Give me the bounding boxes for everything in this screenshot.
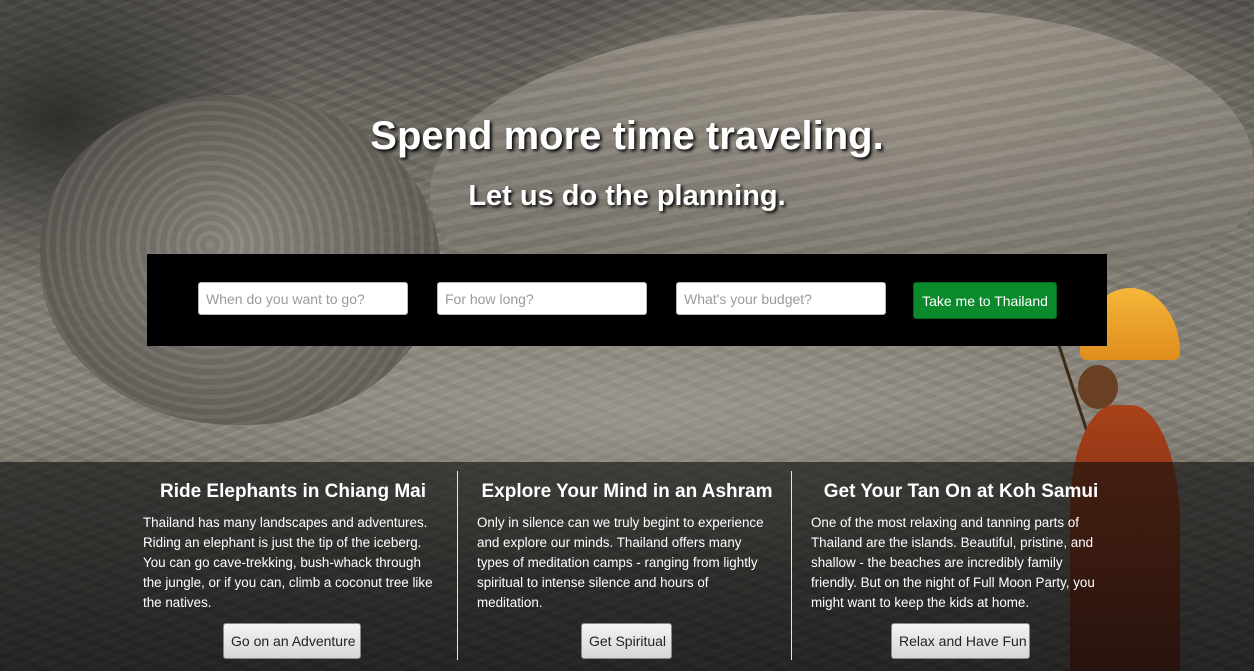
feature-divider [791, 471, 792, 660]
feature-title: Get Your Tan On at Koh Samui [823, 481, 1099, 502]
feature-adventure: Ride Elephants in Chiang Mai Thailand ha… [143, 462, 443, 671]
feature-description: Only in silence can we truly begint to e… [477, 515, 764, 610]
get-spiritual-button[interactable]: Get Spiritual [581, 623, 672, 659]
take-me-to-thailand-button[interactable]: Take me to Thailand [913, 282, 1057, 319]
hero-headline: Spend more time traveling. [370, 114, 884, 158]
go-on-an-adventure-button[interactable]: Go on an Adventure [223, 623, 361, 659]
feature-title: Ride Elephants in Chiang Mai [159, 481, 427, 502]
monk-head-image [1078, 365, 1118, 409]
hero-subheadline: Let us do the planning. [468, 180, 786, 212]
feature-description: One of the most relaxing and tanning par… [811, 515, 1095, 610]
feature-beach: Get Your Tan On at Koh Samui One of the … [811, 462, 1111, 671]
trip-search-form: Take me to Thailand [147, 254, 1107, 346]
trip-length-input[interactable] [437, 282, 647, 315]
when-input[interactable] [198, 282, 408, 315]
budget-input[interactable] [676, 282, 886, 315]
feature-description: Thailand has many landscapes and adventu… [143, 515, 433, 610]
feature-divider [457, 471, 458, 660]
feature-title: Explore Your Mind in an Ashram [481, 481, 773, 502]
feature-spiritual: Explore Your Mind in an Ashram Only in s… [477, 462, 777, 671]
features-panel: Ride Elephants in Chiang Mai Thailand ha… [0, 462, 1254, 671]
relax-and-have-fun-button[interactable]: Relax and Have Fun [891, 623, 1030, 659]
